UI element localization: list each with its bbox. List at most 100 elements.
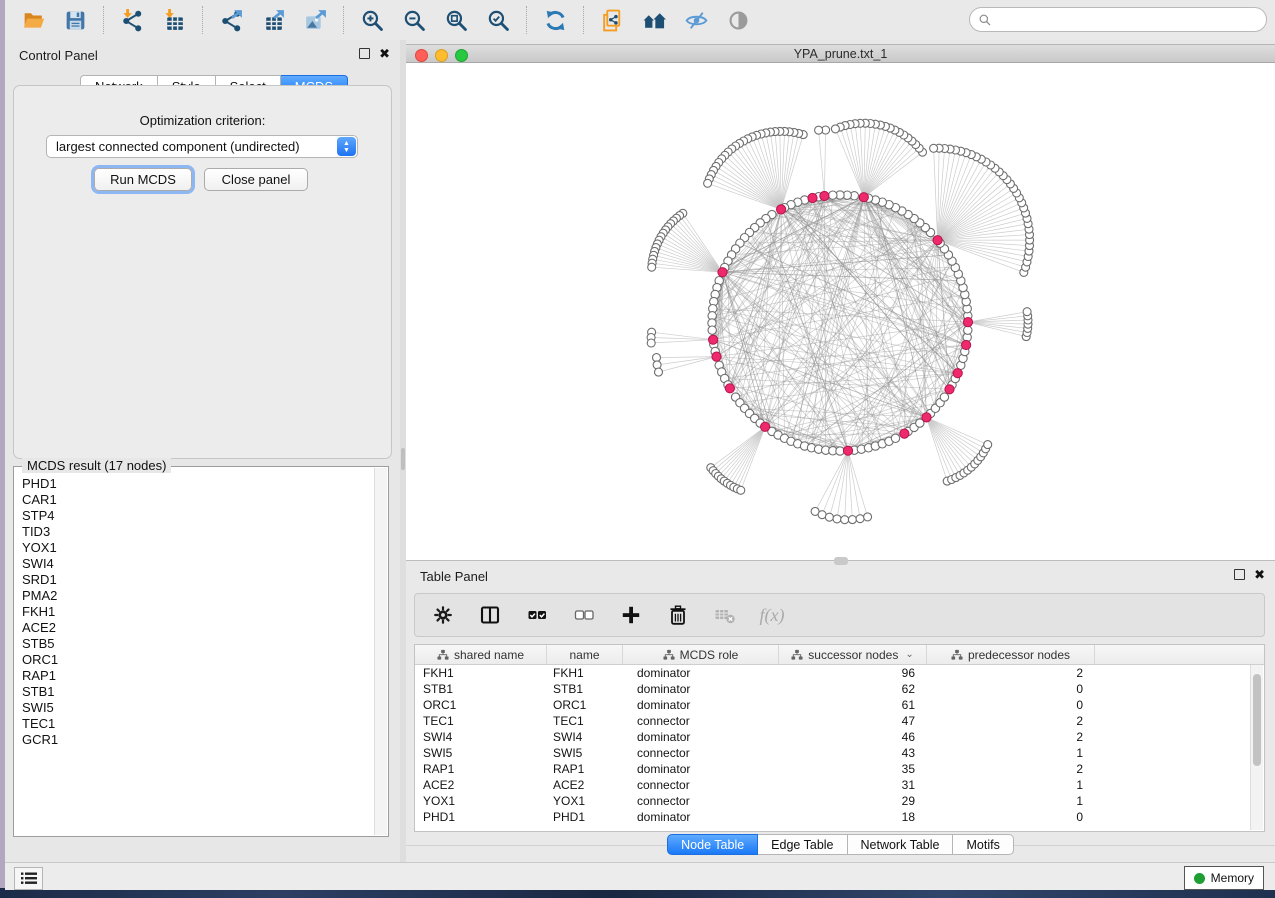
mcds-result-item[interactable]: SRD1 <box>22 572 375 588</box>
export-network-icon <box>219 8 244 33</box>
mcds-result-scrollbar[interactable] <box>374 468 387 835</box>
mcds-result-title: MCDS result (17 nodes) <box>22 458 171 473</box>
export-table-button[interactable] <box>259 6 287 34</box>
network-window-titlebar[interactable]: YPA_prune.txt_1 <box>406 44 1275 63</box>
table-cell: TEC1 <box>547 713 623 729</box>
mcds-result-item[interactable]: ORC1 <box>22 652 375 668</box>
mcds-result-item[interactable]: TID3 <box>22 524 375 540</box>
table-row[interactable]: SWI4SWI4dominator462 <box>415 729 1264 745</box>
mcds-result-item[interactable]: STB1 <box>22 684 375 700</box>
network-canvas[interactable] <box>406 63 1275 560</box>
table-cell: connector <box>623 745 779 761</box>
mcds-result-item[interactable]: RAP1 <box>22 668 375 684</box>
mcds-result-item[interactable]: GCR1 <box>22 732 375 748</box>
table-cell: 62 <box>779 681 927 697</box>
vertical-splitter-grip[interactable] <box>401 448 405 470</box>
table-row[interactable]: RAP1RAP1dominator352 <box>415 761 1264 777</box>
table-row[interactable]: FKH1FKH1dominator962 <box>415 665 1264 681</box>
table-settings-button[interactable] <box>431 603 455 627</box>
delete-column-button[interactable] <box>666 603 690 627</box>
zoom-selected-icon <box>486 8 511 33</box>
search-box[interactable] <box>969 7 1267 32</box>
search-input[interactable] <box>997 12 1258 28</box>
mcds-result-item[interactable]: STB5 <box>22 636 375 652</box>
mcds-result-item[interactable]: PMA2 <box>22 588 375 604</box>
task-history-button[interactable] <box>14 867 43 890</box>
column-header-name[interactable]: name <box>547 645 623 664</box>
close-panel-button[interactable]: Close panel <box>204 168 308 191</box>
mcds-result-item[interactable]: SWI5 <box>22 700 375 716</box>
mcds-result-item[interactable]: FKH1 <box>22 604 375 620</box>
table-cell: TEC1 <box>415 713 547 729</box>
optimization-criterion-select[interactable]: largest connected component (undirected)… <box>46 135 358 158</box>
network-graph[interactable] <box>406 63 1275 560</box>
close-panel-icon[interactable]: ✖ <box>379 49 390 59</box>
mcds-result-item[interactable]: TEC1 <box>22 716 375 732</box>
tab-network-table[interactable]: Network Table <box>848 834 954 855</box>
clone-network-view-button[interactable] <box>598 6 626 34</box>
import-table-button[interactable] <box>160 6 188 34</box>
column-header-MCDS-role[interactable]: MCDS role <box>623 645 779 664</box>
table-scrollbar-thumb[interactable] <box>1253 674 1261 766</box>
export-image-button[interactable] <box>301 6 329 34</box>
table-cell: connector <box>623 777 779 793</box>
deselect-all-rows-button[interactable] <box>572 603 596 627</box>
zoom-in-button[interactable] <box>358 6 386 34</box>
mcds-result-item[interactable]: CAR1 <box>22 492 375 508</box>
column-header-successor-nodes[interactable]: successor nodes⌄ <box>779 645 927 664</box>
refresh-view-button[interactable] <box>541 6 569 34</box>
mcds-result-item[interactable]: SWI4 <box>22 556 375 572</box>
column-header-shared-name[interactable]: shared name <box>415 645 547 664</box>
mcds-result-item[interactable]: PHD1 <box>22 476 375 492</box>
deselect-all-rows-icon <box>573 604 595 626</box>
mcds-result-list[interactable]: PHD1CAR1STP4TID3YOX1SWI4SRD1PMA2FKH1ACE2… <box>14 476 375 834</box>
mcds-result-item[interactable]: YOX1 <box>22 540 375 556</box>
tab-node-table[interactable]: Node Table <box>667 834 758 855</box>
table-row[interactable]: STB1STB1dominator620 <box>415 681 1264 697</box>
import-network-button[interactable] <box>118 6 146 34</box>
tab-motifs[interactable]: Motifs <box>953 834 1013 855</box>
memory-button[interactable]: Memory <box>1184 866 1264 890</box>
birds-eye-view-button[interactable] <box>640 6 668 34</box>
table-row[interactable]: TEC1TEC1connector472 <box>415 713 1264 729</box>
run-mcds-button[interactable]: Run MCDS <box>94 168 192 191</box>
table-cell: connector <box>623 793 779 809</box>
zoom-selected-button[interactable] <box>484 6 512 34</box>
table-panel-header: Table Panel ✖ <box>406 561 1275 589</box>
show-graphics-details-button[interactable] <box>724 6 752 34</box>
mcds-result-item[interactable]: ACE2 <box>22 620 375 636</box>
table-scrollbar[interactable] <box>1250 665 1263 830</box>
list-icon <box>21 872 37 885</box>
column-header-predecessor-nodes[interactable]: predecessor nodes <box>927 645 1095 664</box>
table-row[interactable]: ACE2ACE2connector311 <box>415 777 1264 793</box>
table-row[interactable]: YOX1YOX1connector291 <box>415 793 1264 809</box>
table-cell: PHD1 <box>415 809 547 825</box>
table-cell: 96 <box>779 665 927 681</box>
table-cell: PHD1 <box>547 809 623 825</box>
table-cell: 46 <box>779 729 927 745</box>
close-panel-icon[interactable]: ✖ <box>1254 570 1265 580</box>
hide-graphics-details-icon <box>684 8 709 33</box>
mcds-options-panel: Optimization criterion: largest connecte… <box>13 85 392 459</box>
table-cell: dominator <box>623 761 779 777</box>
show-column-panel-button[interactable] <box>478 603 502 627</box>
optimization-criterion-label: Optimization criterion: <box>14 113 391 128</box>
toolbar-group <box>104 6 202 34</box>
zoom-out-button[interactable] <box>400 6 428 34</box>
select-all-rows-button[interactable] <box>525 603 549 627</box>
open-session-button[interactable] <box>19 6 47 34</box>
float-panel-icon[interactable] <box>359 48 370 59</box>
table-row[interactable]: SWI5SWI5connector431 <box>415 745 1264 761</box>
tab-edge-table[interactable]: Edge Table <box>758 834 847 855</box>
export-network-button[interactable] <box>217 6 245 34</box>
table-row[interactable]: PHD1PHD1dominator180 <box>415 809 1264 825</box>
mcds-result-item[interactable]: STP4 <box>22 508 375 524</box>
zoom-fit-button[interactable] <box>442 6 470 34</box>
clone-network-view-icon <box>600 8 625 33</box>
table-cell: 47 <box>779 713 927 729</box>
add-column-button[interactable] <box>619 603 643 627</box>
save-session-button[interactable] <box>61 6 89 34</box>
hide-graphics-details-button[interactable] <box>682 6 710 34</box>
table-row[interactable]: ORC1ORC1dominator610 <box>415 697 1264 713</box>
float-panel-icon[interactable] <box>1234 569 1245 580</box>
